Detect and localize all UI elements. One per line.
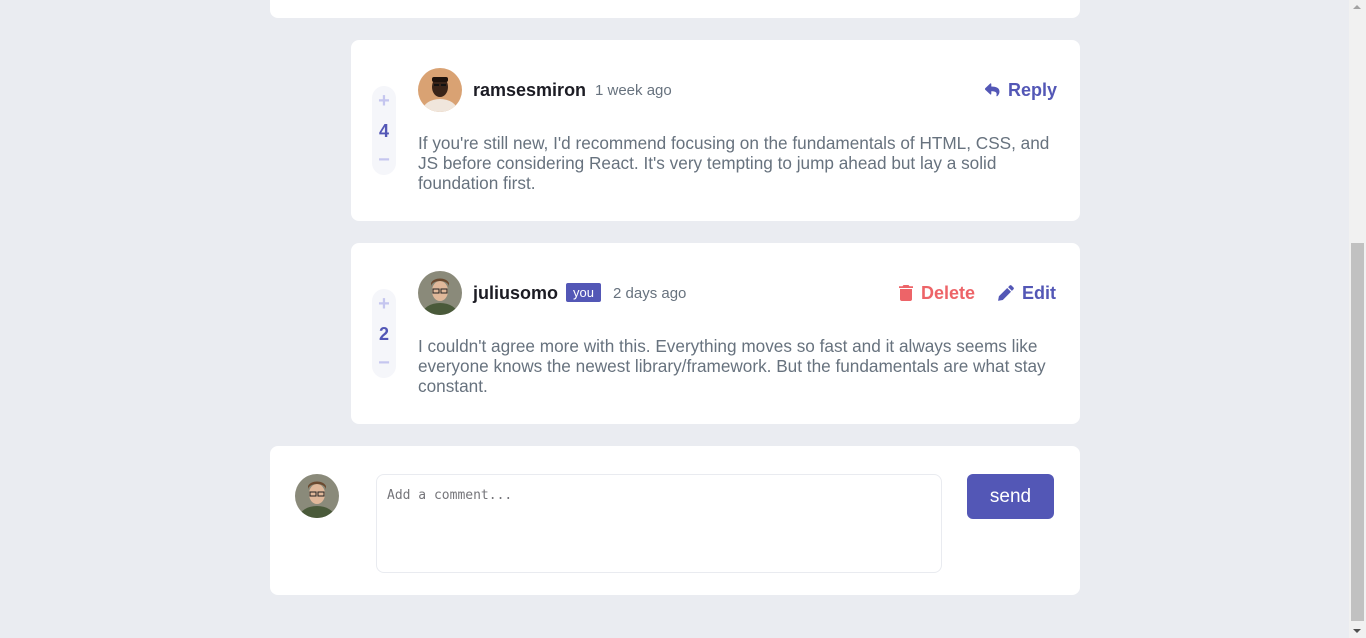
avatar-juliusomo-icon	[295, 474, 339, 518]
avatar	[418, 271, 462, 315]
vote-score: 2	[378, 323, 389, 344]
send-button[interactable]: send	[967, 474, 1054, 519]
comment-card-own: + 2 − juliusomo you 2 days ago Delete Ed…	[351, 243, 1080, 424]
comment-content: If you're still new, I'd recommend focus…	[418, 133, 1050, 193]
delete-button[interactable]: Delete	[899, 281, 975, 305]
you-badge: you	[566, 283, 601, 302]
comment-username[interactable]: ramsesmiron	[473, 79, 586, 101]
trash-icon	[899, 285, 913, 301]
scroll-down-icon[interactable]	[1353, 629, 1361, 633]
comment-timestamp: 1 week ago	[595, 82, 672, 99]
vote-widget: + 4 −	[372, 86, 396, 175]
reply-button[interactable]: Reply	[984, 78, 1057, 102]
reply-icon	[984, 83, 1000, 97]
delete-label: Delete	[921, 283, 976, 303]
scroll-up-icon[interactable]	[1353, 5, 1361, 9]
downvote-button[interactable]: −	[378, 353, 390, 373]
downvote-button[interactable]: −	[378, 150, 390, 170]
scrollbar-thumb[interactable]	[1351, 243, 1364, 621]
comment-input[interactable]	[376, 474, 942, 573]
edit-label: Edit	[1022, 283, 1056, 303]
edit-button[interactable]: Edit	[998, 281, 1056, 305]
avatar-ramsesmiron-icon	[418, 68, 462, 112]
pencil-icon	[998, 285, 1014, 301]
previous-comment-card	[270, 0, 1080, 18]
avatar	[418, 68, 462, 112]
comment-card: + 4 − ramsesmiron 1 week ago Reply If yo…	[351, 40, 1080, 221]
comment-content: I couldn't agree more with this. Everyth…	[418, 336, 1046, 396]
upvote-button[interactable]: +	[378, 294, 390, 314]
avatar	[295, 474, 339, 518]
comment-username[interactable]: juliusomo	[473, 282, 558, 304]
vote-score: 4	[378, 120, 389, 141]
add-comment-form: send	[270, 446, 1080, 595]
avatar-juliusomo-icon	[418, 271, 462, 315]
reply-label: Reply	[1007, 80, 1057, 100]
upvote-button[interactable]: +	[378, 91, 390, 111]
vote-widget: + 2 −	[372, 289, 396, 378]
page-scrollbar[interactable]	[1349, 0, 1366, 638]
comment-timestamp: 2 days ago	[613, 285, 687, 302]
